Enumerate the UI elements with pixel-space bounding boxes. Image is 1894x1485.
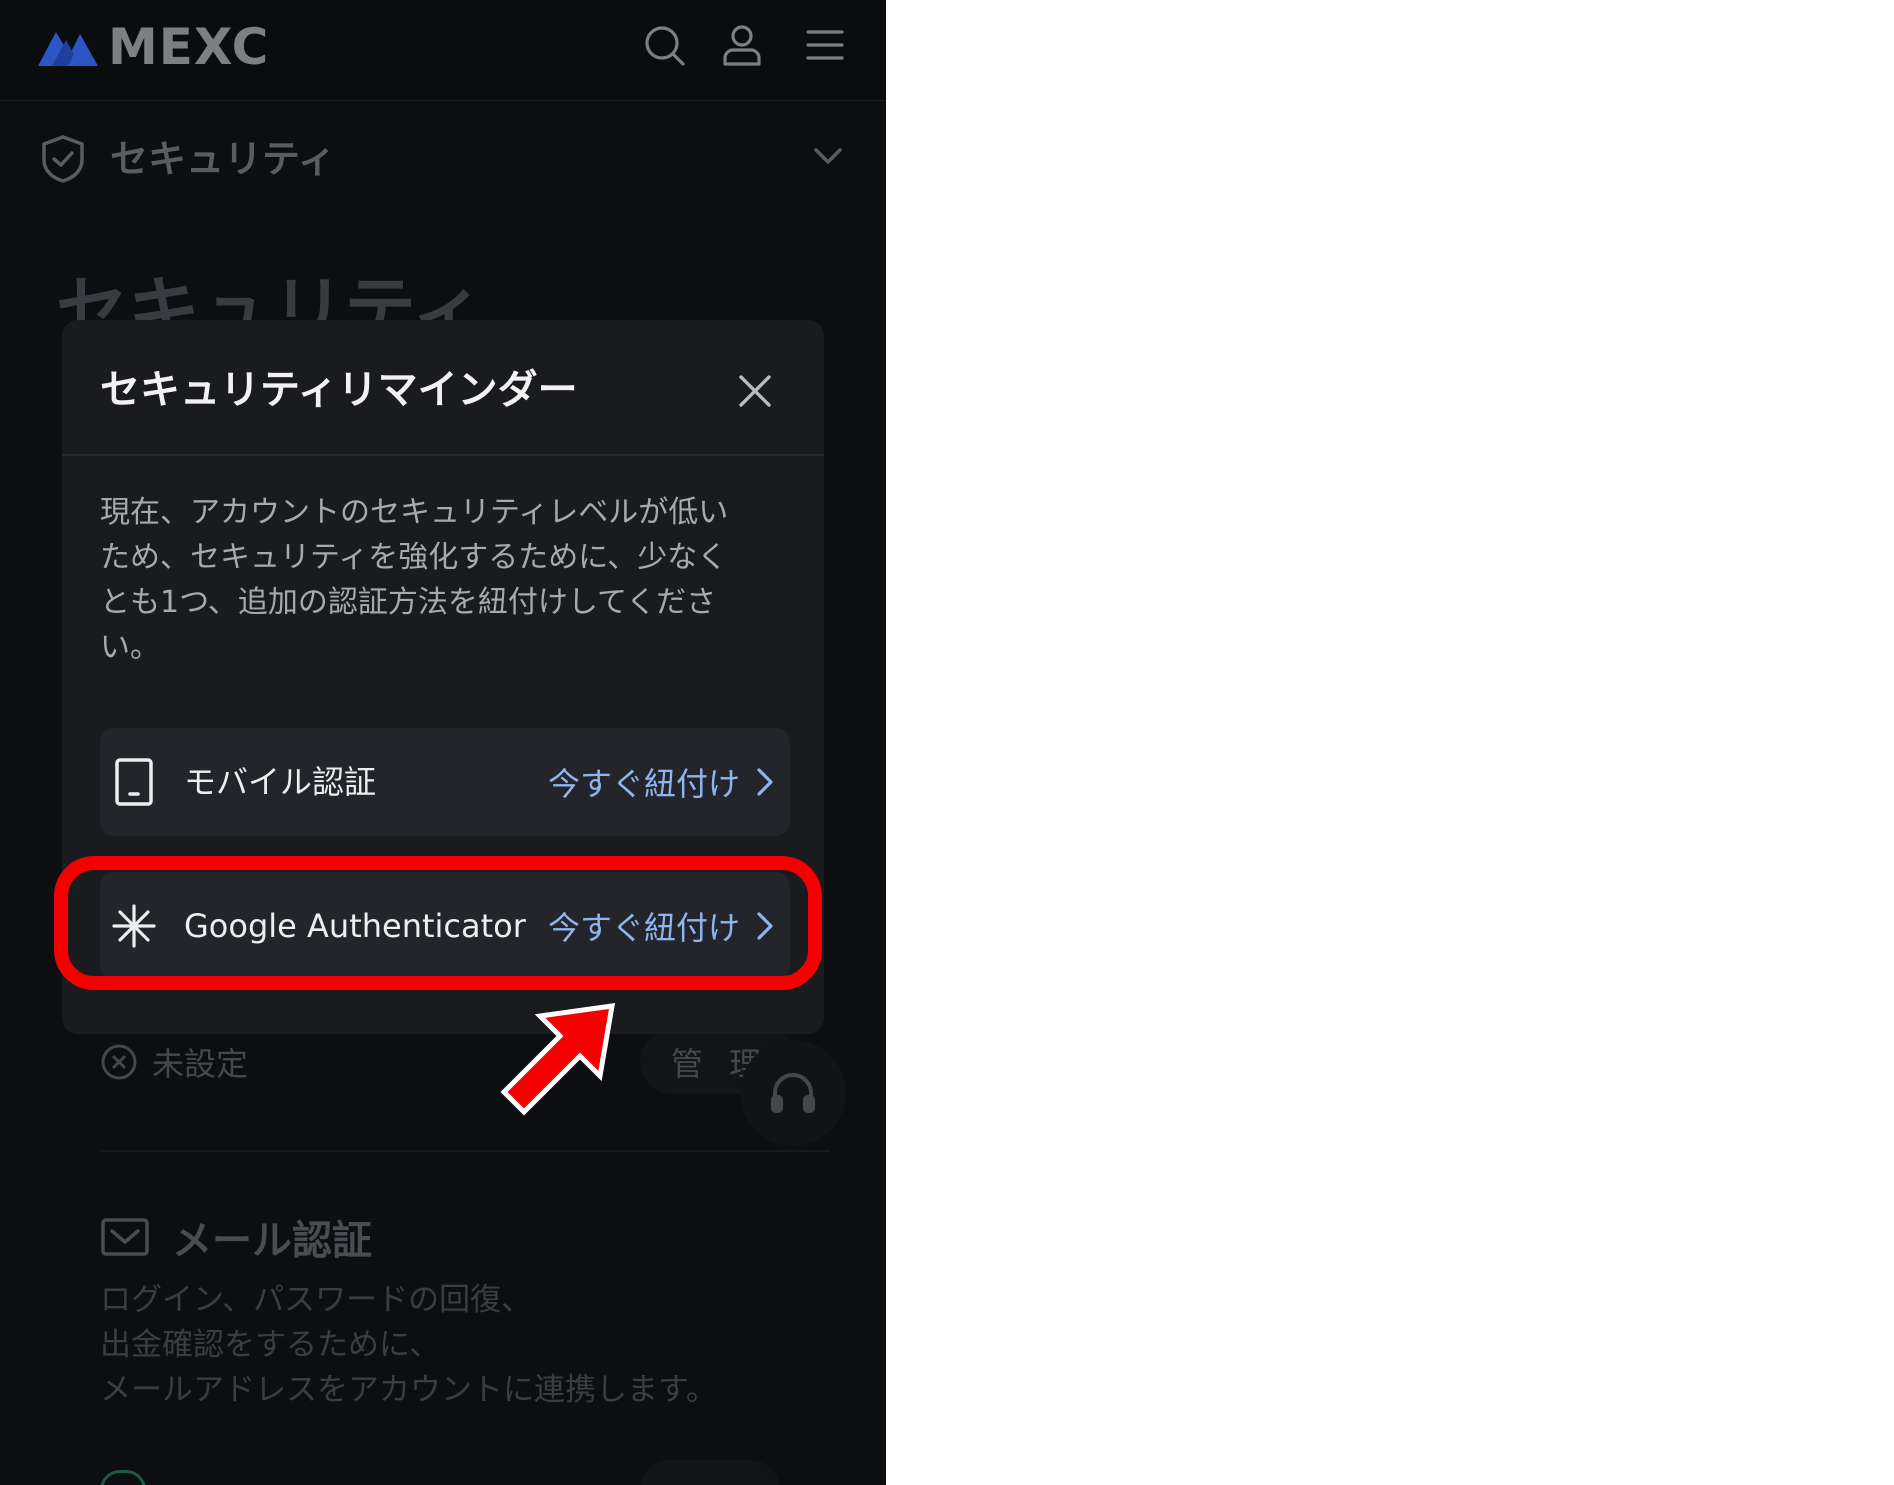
bottom-manage-button[interactable] [640,1460,780,1485]
close-icon [739,375,771,407]
top-bar: MEXC [0,0,886,101]
status-badge: 未設定 [100,1040,248,1084]
mail-icon [101,1218,149,1256]
mobile-auth-label: モバイル認証 [184,763,377,801]
email-desc-line: 出金確認をするために、 [100,1327,441,1363]
section-selector-label: セキュリティ [110,137,336,181]
shield-check-icon [42,135,84,183]
support-button[interactable] [740,1040,846,1146]
email-auth-title: メール認証 [172,1218,372,1264]
x-circle-icon [101,1044,137,1080]
email-auth-description: ログイン、パスワードの回復、 出金確認をするために、 メールアドレスをアカウント… [100,1278,820,1413]
modal-title: セキュリティリマインダー [100,367,578,413]
message-line: 現在、アカウントのセキュリティレベルが低い [100,495,729,530]
menu-icon[interactable] [802,22,848,68]
mobile-screen: MEXC セキュリティ セキュリティ 未設定 管 理 メール認証 ログイン、パス… [0,0,886,1485]
email-desc-line: ログイン、パスワードの回復、 [100,1282,533,1318]
headset-icon [771,1073,815,1113]
message-line: ため、セキュリティを強化するために、少なく [100,540,728,575]
highlight-box [54,856,822,990]
message-line: とも1つ、追加の認証方法を紐付けしてくださ [100,585,717,620]
brand-logo[interactable]: MEXC [38,22,269,72]
close-button[interactable] [732,368,778,414]
pointer-arrow-icon [500,1003,616,1116]
mobile-phone-icon [108,756,160,808]
modal-message: 現在、アカウントのセキュリティレベルが低い ため、セキュリティを強化するために、… [100,490,800,670]
chevron-down-icon [814,148,842,164]
mobile-auth-option[interactable]: モバイル認証 今すぐ紐付け [100,728,790,836]
status-dot [100,1470,146,1485]
bind-now-label: 今すぐ紐付け [547,765,740,803]
section-selector[interactable]: セキュリティ [0,104,886,204]
chevron-right-icon [757,768,773,796]
status-text: 未設定 [152,1045,249,1083]
user-icon[interactable] [719,22,765,68]
modal-divider [62,454,824,456]
search-icon[interactable] [641,22,687,68]
email-desc-line: メールアドレスをアカウントに連携します。 [100,1372,717,1408]
message-line: い。 [100,630,160,665]
email-auth-heading: メール認証 [100,1208,372,1266]
divider [100,1150,830,1152]
brand-name: MEXC [108,18,270,76]
mexc-logo-icon [38,32,98,66]
bind-now-link-mobile[interactable]: 今すぐ紐付け [548,756,778,808]
